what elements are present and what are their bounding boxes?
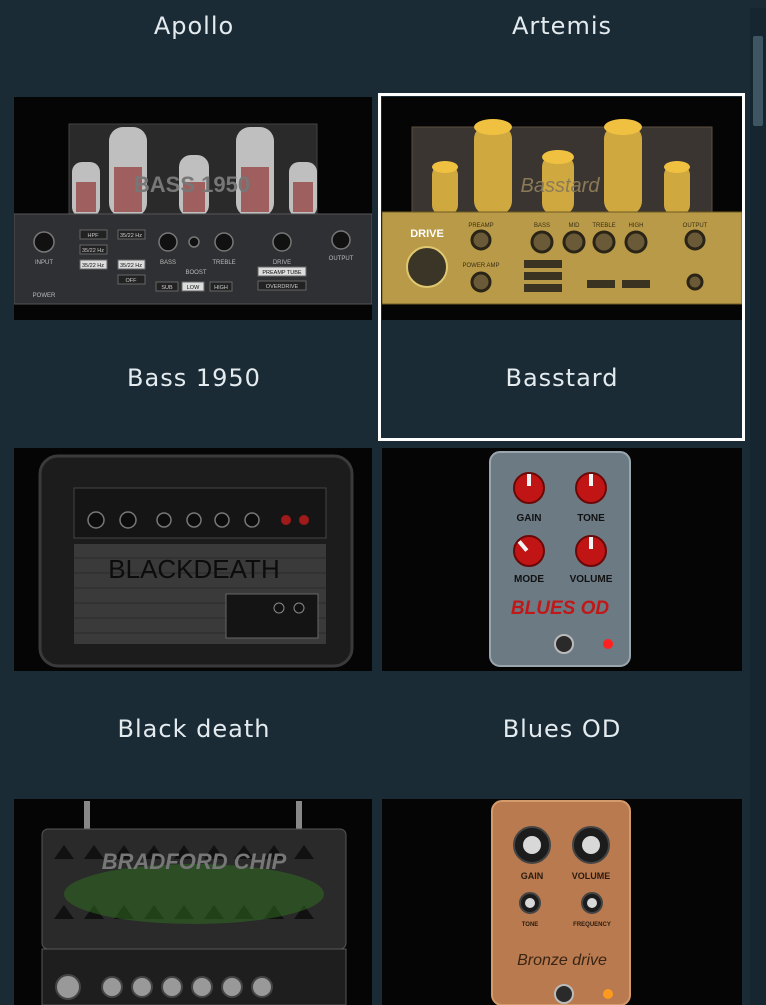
bronze-drive-gain-label: GAIN (521, 871, 544, 881)
black-death-amp-image: BLACKDEATH (14, 448, 372, 671)
bronze-drive-logo: Bronze drive (517, 952, 607, 969)
bronze-drive-frequency-label: FREQUENCY (573, 922, 611, 928)
bronze-drive-volume-label: VOLUME (572, 871, 611, 881)
bass-1950-boost-label: BOOST (185, 270, 206, 276)
bass-1950-high-button: HIGH (214, 285, 228, 291)
bass-1950-power-label: POWER (33, 293, 56, 299)
bass-1950-input-label: INPUT (35, 260, 53, 266)
bronze-drive-tone-label: TONE (522, 922, 539, 928)
blues-od-logo: BLUES OD (511, 598, 609, 619)
bass-1950-output-label: OUTPUT (329, 256, 354, 262)
bass-1950-freq-button-1: 35/22 Hz (82, 248, 104, 254)
bass-1950-drive-label: DRIVE (273, 260, 291, 266)
preset-tile-black-death[interactable]: BLACKDEATH (14, 448, 372, 671)
scrollbar-thumb[interactable] (753, 36, 763, 126)
selected-preset-highlight (378, 93, 745, 441)
bass-1950-sub-button: SUB (161, 285, 173, 291)
bass-1950-logo: BASS 1950 (134, 172, 250, 197)
bass-1950-bass-label: BASS (160, 260, 176, 266)
bass-1950-freq-button-3: 35/22 Hz (120, 233, 142, 239)
blues-od-tone-label: TONE (577, 513, 605, 524)
preset-label-apollo[interactable]: Apollo (14, 12, 374, 40)
preset-tile-bradford-chip[interactable]: BRADFORD CHIP (14, 799, 372, 1005)
blues-od-mode-label: MODE (514, 574, 544, 585)
scrollbar[interactable] (750, 8, 766, 1005)
blues-od-pedal-image: GAIN TONE MODE VOLUME BLUES OD (382, 448, 742, 671)
bronze-drive-pedal-image: GAIN VOLUME TONE FREQUENCY Bronze drive (382, 799, 742, 1005)
blues-od-gain-label: GAIN (517, 513, 542, 524)
bass-1950-treble-label: TREBLE (212, 260, 235, 266)
bradford-chip-amp-image: BRADFORD CHIP (14, 799, 372, 1005)
bass-1950-overdrive-button: OVERDRIVE (266, 284, 299, 290)
preset-label-black-death[interactable]: Black death (14, 715, 374, 743)
preset-tile-bronze-drive[interactable]: GAIN VOLUME TONE FREQUENCY Bronze drive (382, 799, 742, 1005)
bass-1950-preamp-tube-button: PREAMP TUBE (262, 270, 302, 276)
bass-1950-freq-button-4: 35/22 Hz (120, 263, 142, 269)
black-death-logo: BLACKDEATH (108, 554, 279, 584)
preset-tile-bass-1950[interactable]: BASS 1950 INPUT BASS TREBLE DRIVE OUTPUT… (14, 97, 372, 320)
bass-1950-amp-image: BASS 1950 INPUT BASS TREBLE DRIVE OUTPUT… (14, 97, 372, 320)
preset-tile-blues-od[interactable]: GAIN TONE MODE VOLUME BLUES OD (382, 448, 742, 671)
bass-1950-hpf-button: HPF (88, 233, 100, 239)
bass-1950-low-button: LOW (187, 285, 200, 291)
bradford-chip-logo: BRADFORD CHIP (102, 849, 287, 874)
blues-od-volume-label: VOLUME (570, 574, 613, 585)
preset-label-blues-od[interactable]: Blues OD (382, 715, 742, 743)
bass-1950-freq-button-2: 35/22 Hz (82, 263, 104, 269)
preset-label-bass-1950[interactable]: Bass 1950 (14, 364, 374, 392)
preset-grid: Apollo Artemis BASS 1950 INPUT BASS TREB… (0, 0, 750, 1005)
bass-1950-off-button: OFF (126, 278, 138, 284)
preset-label-artemis[interactable]: Artemis (382, 12, 742, 40)
